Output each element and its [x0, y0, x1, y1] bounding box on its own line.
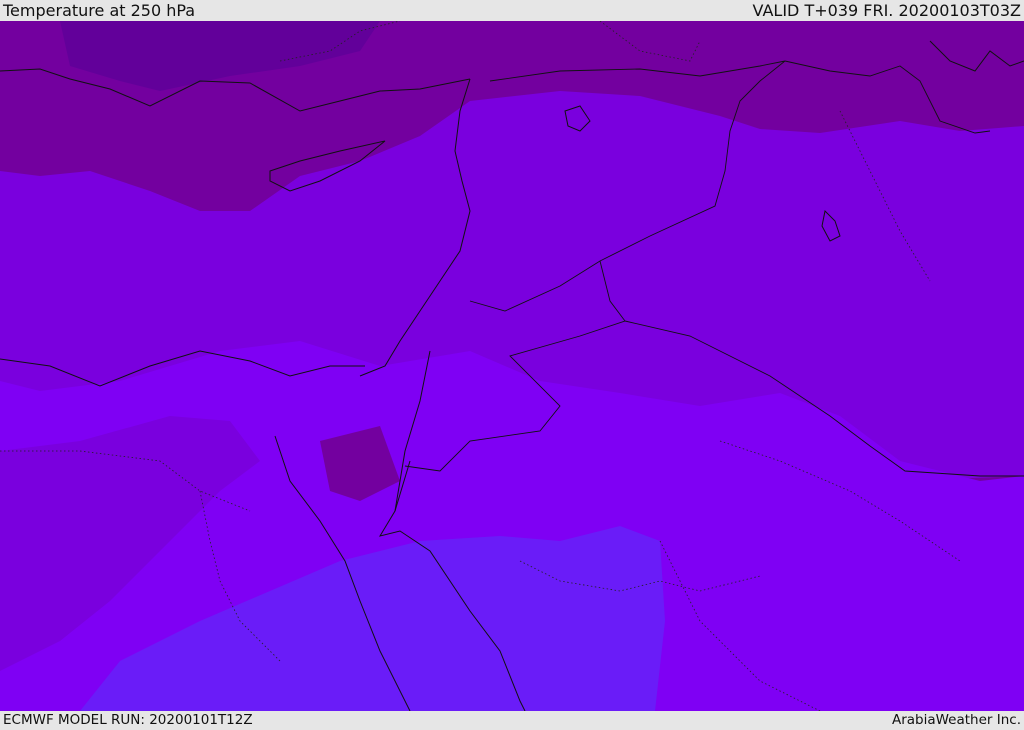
map-footer: ECMWF MODEL RUN: 20200101T12Z ArabiaWeat… [0, 711, 1024, 729]
weather-map [0, 21, 1024, 711]
valid-time-label: VALID T+039 FRI. 20200103T03Z [752, 0, 1021, 20]
map-title: Temperature at 250 hPa [3, 0, 196, 20]
temperature-field-svg [0, 21, 1024, 711]
model-run-label: ECMWF MODEL RUN: 20200101T12Z [3, 712, 253, 728]
credit-label: ArabiaWeather Inc. [891, 712, 1021, 728]
map-header: Temperature at 250 hPa VALID T+039 FRI. … [0, 0, 1024, 21]
